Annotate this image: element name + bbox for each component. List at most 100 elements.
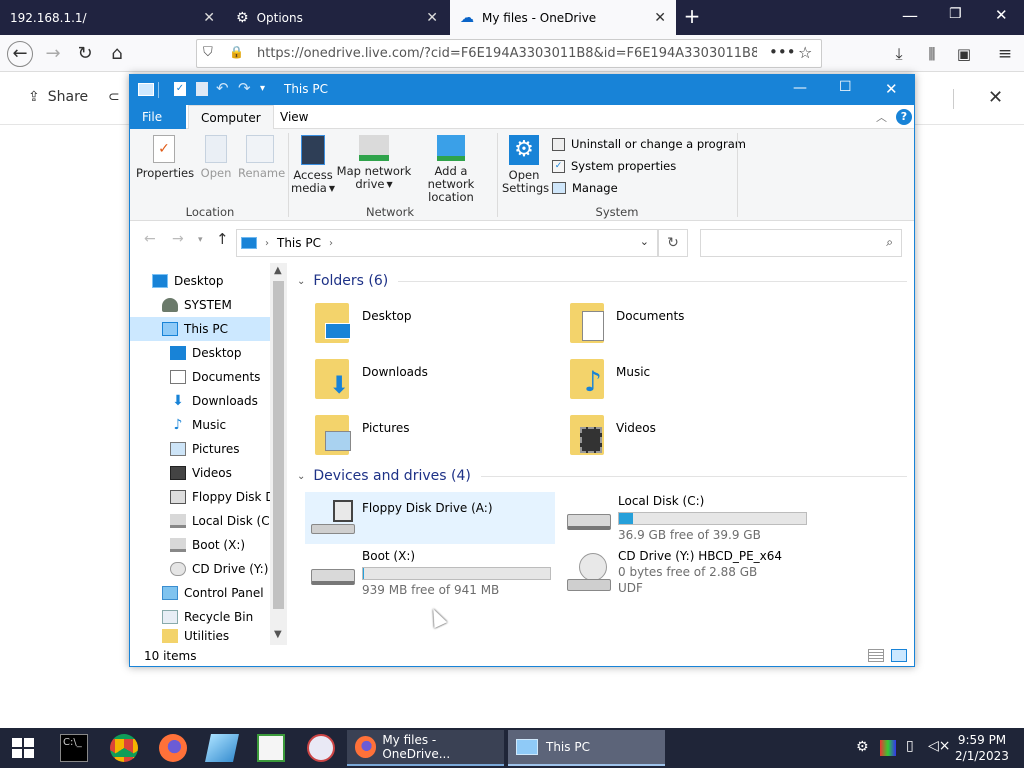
minimize-icon[interactable]: — bbox=[902, 6, 918, 25]
taskbar-onedrive-window[interactable]: My files - OneDrive... bbox=[347, 730, 504, 766]
restore-icon[interactable]: ❐ bbox=[949, 6, 962, 22]
scroll-thumb[interactable] bbox=[273, 281, 284, 609]
close-icon[interactable]: ✕ bbox=[988, 87, 1003, 108]
command-prompt-icon[interactable]: C:\_ bbox=[60, 734, 88, 762]
notepad-icon[interactable] bbox=[257, 734, 285, 762]
share-button[interactable]: ⇪ Share bbox=[28, 89, 88, 105]
folder-label[interactable]: Desktop bbox=[362, 309, 412, 323]
devices-group-header[interactable]: ⌄ Devices and drives (4) bbox=[297, 468, 907, 484]
more-icon[interactable]: ••• bbox=[769, 43, 796, 61]
drive-local-disk[interactable]: Local Disk (C:) 36.9 GB free of 39.9 GB bbox=[561, 492, 811, 544]
clock[interactable]: 9:59 PM 2/1/2023 bbox=[954, 732, 1010, 764]
chrome-icon[interactable] bbox=[110, 734, 138, 762]
recent-locations-icon[interactable]: ▾ bbox=[198, 235, 203, 245]
nav-item-boot[interactable]: Boot (X:) bbox=[130, 533, 270, 557]
url-bar[interactable]: ⛉ 🔒 https://onedrive.live.com/?cid=F6E19… bbox=[196, 39, 822, 68]
close-window-icon[interactable]: ✕ bbox=[885, 80, 898, 98]
library-icon[interactable]: ⫼ bbox=[919, 41, 945, 67]
folder-documents[interactable] bbox=[570, 303, 604, 343]
folder-label[interactable]: Music bbox=[616, 365, 650, 379]
qat-dropdown-icon[interactable]: ▾ bbox=[260, 83, 265, 94]
nav-item-cd-drive[interactable]: CD Drive (Y:) H bbox=[130, 557, 270, 581]
folder-label[interactable]: Pictures bbox=[362, 421, 410, 435]
nav-item-system-user[interactable]: SYSTEM bbox=[130, 293, 270, 317]
paint-icon[interactable] bbox=[307, 734, 335, 762]
display-icon[interactable] bbox=[880, 740, 896, 756]
tab-file[interactable]: File bbox=[130, 105, 186, 129]
chevron-down-icon[interactable]: ⌄ bbox=[297, 276, 305, 287]
access-media-button[interactable]: Access media ▼ bbox=[291, 135, 335, 195]
browser-tab-active[interactable]: ☁ My files - OneDrive ✕ bbox=[450, 0, 676, 35]
tab-view[interactable]: View bbox=[268, 105, 320, 129]
nav-item-documents[interactable]: Documents bbox=[130, 365, 270, 389]
lock-icon[interactable]: 🔒 bbox=[229, 45, 244, 59]
undo-icon[interactable]: ↶ bbox=[216, 79, 229, 97]
up-icon[interactable]: ↑ bbox=[216, 230, 229, 248]
folder-label[interactable]: Documents bbox=[616, 309, 684, 323]
home-icon[interactable]: ⌂ bbox=[104, 41, 130, 67]
forward-icon[interactable]: → bbox=[172, 231, 184, 247]
minimize-icon[interactable]: — bbox=[793, 80, 807, 96]
close-tab-icon[interactable]: ✕ bbox=[654, 10, 666, 26]
folder-pictures[interactable] bbox=[315, 415, 351, 455]
menu-icon[interactable]: ≡ bbox=[992, 41, 1018, 67]
details-view-icon[interactable] bbox=[868, 649, 884, 662]
volume-muted-icon[interactable]: ◁× bbox=[928, 738, 951, 754]
nav-item-control-panel[interactable]: Control Panel bbox=[130, 581, 270, 605]
usb-icon[interactable]: ▯ bbox=[906, 738, 914, 754]
search-icon[interactable]: ⌕ bbox=[886, 235, 893, 250]
folders-group-header[interactable]: ⌄ Folders (6) bbox=[297, 273, 907, 289]
nav-item-downloads[interactable]: ⬇ Downloads bbox=[130, 389, 270, 413]
new-tab-icon[interactable]: + bbox=[680, 4, 704, 30]
maximize-icon[interactable]: ☐ bbox=[839, 79, 852, 95]
nav-item-floppy[interactable]: Floppy Disk Dri bbox=[130, 485, 270, 509]
shield-icon[interactable]: ⛉ bbox=[203, 45, 213, 60]
folder-label[interactable]: Downloads bbox=[362, 365, 428, 379]
taskbar-this-pc-window[interactable]: This PC bbox=[508, 730, 665, 766]
reload-icon[interactable]: ↻ bbox=[72, 41, 98, 67]
nav-item-music[interactable]: ♪ Music bbox=[130, 413, 270, 437]
scroll-up-icon[interactable]: ▲ bbox=[274, 265, 282, 276]
nav-item-pictures[interactable]: Pictures bbox=[130, 437, 270, 461]
system-properties-button[interactable]: ✓ System properties bbox=[552, 159, 676, 173]
close-tab-icon[interactable]: ✕ bbox=[426, 10, 438, 26]
nav-item-recycle-bin[interactable]: Recycle Bin bbox=[130, 605, 270, 629]
windows-start-icon[interactable] bbox=[12, 738, 34, 758]
chevron-down-icon[interactable]: ⌄ bbox=[297, 471, 305, 482]
link-icon[interactable]: ⊂ bbox=[108, 89, 120, 105]
properties-button[interactable]: ✓ Properties bbox=[136, 135, 194, 180]
close-window-icon[interactable]: ✕ bbox=[995, 6, 1008, 24]
nav-item-utilities[interactable]: Utilities bbox=[130, 629, 270, 645]
bookmark-star-icon[interactable]: ☆ bbox=[798, 43, 812, 62]
folder-videos[interactable] bbox=[570, 415, 604, 455]
redo-icon[interactable]: ↷ bbox=[238, 79, 251, 97]
browser-tab[interactable]: 192.168.1.1/ ✕ bbox=[0, 0, 225, 35]
app-icon[interactable] bbox=[205, 734, 239, 762]
nav-item-desktop-root[interactable]: Desktop bbox=[130, 269, 270, 293]
forward-icon[interactable]: → bbox=[40, 41, 66, 67]
collapse-ribbon-icon[interactable]: ︿ bbox=[876, 109, 887, 125]
folder-music[interactable]: ♪ bbox=[570, 359, 604, 399]
scroll-down-icon[interactable]: ▼ bbox=[274, 629, 282, 640]
back-icon[interactable]: ← bbox=[7, 41, 33, 67]
browser-tab[interactable]: ⚙ Options ✕ bbox=[226, 0, 448, 35]
manage-button[interactable]: Manage bbox=[552, 181, 618, 195]
drive-cd[interactable]: CD Drive (Y:) HBCD_PE_x64 0 bytes free o… bbox=[561, 547, 811, 607]
new-folder-qat-icon[interactable] bbox=[196, 82, 208, 96]
network-icon[interactable]: ⚙ bbox=[856, 739, 869, 755]
large-icons-view-icon[interactable] bbox=[891, 649, 907, 662]
url-text[interactable]: https://onedrive.live.com/?cid=F6E194A33… bbox=[257, 46, 757, 61]
address-bar[interactable]: › This PC › ⌄ bbox=[236, 229, 658, 257]
nav-item-desktop[interactable]: Desktop bbox=[130, 341, 270, 365]
search-input[interactable]: ⌕ bbox=[700, 229, 902, 257]
close-tab-icon[interactable]: ✕ bbox=[203, 10, 215, 26]
folder-desktop[interactable] bbox=[315, 303, 351, 343]
nav-scrollbar[interactable]: ▲ ▼ bbox=[270, 263, 287, 645]
refresh-icon[interactable]: ↻ bbox=[658, 229, 688, 257]
drive-boot[interactable]: Boot (X:) 939 MB free of 941 MB bbox=[305, 547, 555, 599]
help-icon[interactable]: ? bbox=[896, 109, 912, 125]
nav-item-local-disk[interactable]: Local Disk (C:) bbox=[130, 509, 270, 533]
folder-label[interactable]: Videos bbox=[616, 421, 656, 435]
add-network-location-button[interactable]: Add a network location bbox=[412, 135, 490, 204]
uninstall-program-button[interactable]: Uninstall or change a program bbox=[552, 137, 746, 151]
